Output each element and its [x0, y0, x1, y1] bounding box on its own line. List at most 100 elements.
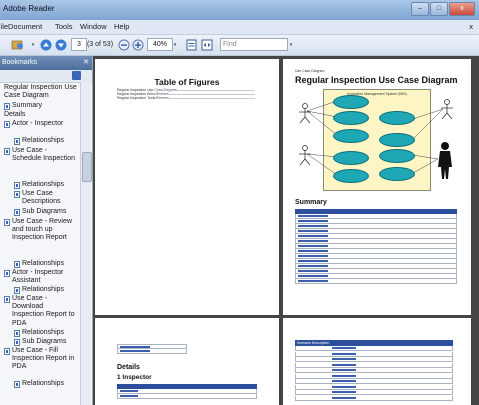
scenario-table-row [295, 390, 453, 395]
scenario-table-row [295, 346, 453, 351]
bookmark-icon [4, 219, 10, 226]
document-area[interactable]: Table of Figures Regular Inspection Use … [93, 56, 479, 405]
actor-inspector-assistant-icon[interactable] [297, 145, 313, 167]
use-case-connectors [306, 100, 444, 176]
fit-width-icon[interactable] [201, 38, 213, 51]
find-options-chevron-icon[interactable]: ▾ [288, 38, 294, 51]
bookmark-item[interactable]: Sub Diagrams [22, 208, 78, 216]
bookmark-item[interactable]: Use Case - Schedule Inspection [12, 147, 76, 163]
use-case-ellipse[interactable] [379, 149, 415, 163]
document-close-button[interactable]: x [469, 22, 473, 31]
bookmark-item[interactable]: Relationships [22, 286, 78, 294]
maximize-button[interactable]: □ [430, 2, 448, 16]
inspector-heading: 1 Inspector [117, 374, 152, 381]
bookmark-icon [14, 330, 20, 337]
next-page-button[interactable] [55, 38, 67, 51]
minimize-button[interactable]: – [411, 2, 429, 16]
details-heading: Details [117, 364, 140, 371]
bookmark-item[interactable]: Actor - Inspector [12, 120, 76, 128]
bookmark-item[interactable]: Regular Inspection Use Case Diagram [4, 84, 78, 100]
bookmark-item[interactable]: Summary [12, 102, 76, 110]
bookmark-item[interactable]: Use Case - Fill Inspection Report in PDA [12, 347, 76, 372]
bookmark-icon [4, 348, 10, 355]
bookmark-item[interactable]: Sub Diagrams [22, 338, 78, 346]
use-case-ellipse[interactable] [379, 167, 415, 181]
close-panel-icon[interactable]: ✕ [83, 58, 89, 66]
page-details[interactable]: Details 1 Inspector [95, 318, 279, 405]
bookmark-item[interactable]: Relationships [22, 329, 78, 337]
actor-person-silhouette-icon[interactable] [435, 141, 455, 181]
sidebar-scrollbar-thumb[interactable] [82, 152, 92, 182]
find-input[interactable]: Find [220, 38, 288, 51]
use-case-ellipse[interactable] [333, 169, 369, 183]
use-case-ellipse[interactable] [333, 151, 369, 165]
use-case-ellipse[interactable] [333, 129, 369, 143]
bookmark-icon [14, 287, 20, 294]
details-list-row [117, 349, 187, 354]
toc-leader-1 [155, 90, 255, 91]
scenario-table-row [295, 368, 453, 373]
page-number-input[interactable]: 3 [71, 38, 87, 51]
window-title: Adobe Reader [3, 4, 55, 13]
bookmark-item[interactable]: Relationships [22, 181, 78, 189]
scenario-table-row [295, 362, 453, 368]
bookmark-item[interactable]: Relationships [22, 260, 78, 268]
previous-page-button[interactable] [40, 38, 52, 51]
bookmarks-header: Bookmarks ✕ [0, 56, 92, 70]
menu-help[interactable]: Help [114, 22, 129, 31]
bookmark-item[interactable]: Relationships [22, 137, 78, 145]
bookmark-icon [14, 138, 20, 145]
use-case-ellipse[interactable] [379, 111, 415, 125]
bookmark-item[interactable]: Use Case - Download Inspection Report to… [12, 295, 76, 328]
menu-document[interactable]: Document [8, 22, 42, 31]
bookmark-item[interactable]: Use Case - Review and touch up Inspectio… [12, 218, 76, 243]
page-use-case-diagram[interactable]: Use Case Diagram Regular Inspection Use … [283, 59, 471, 315]
scenario-table-row [295, 395, 453, 401]
bookmark-item[interactable]: Use Case Descriptions [22, 190, 78, 206]
bookmark-item[interactable]: Relationships [22, 380, 78, 388]
toc-leader-2 [155, 94, 255, 95]
summary-table-row [295, 279, 457, 284]
zoom-dropdown-chevron-icon[interactable]: ▾ [172, 38, 178, 51]
bookmarks-toolbar [0, 70, 92, 83]
bookmark-item[interactable]: Details [4, 111, 78, 119]
zoom-level-input[interactable]: 40% [147, 38, 173, 51]
toolbar: ▾ 3 (3 of 53) 40% ▾ Find ▾ [0, 35, 479, 56]
scenario-table-row [295, 384, 453, 390]
fit-page-icon[interactable] [185, 38, 197, 51]
menu-file[interactable]: File [0, 22, 8, 31]
bookmark-icon [14, 381, 20, 388]
use-case-ellipse[interactable] [333, 111, 369, 125]
toc-leader-3 [155, 98, 255, 99]
use-case-ellipse[interactable] [333, 95, 369, 109]
bookmarks-title: Bookmarks [2, 59, 38, 66]
page-table-of-figures[interactable]: Table of Figures Regular Inspection Use … [95, 59, 279, 315]
bookmark-icon [4, 270, 10, 277]
bookmarks-panel: Bookmarks ✕ Regular Inspection Use Case … [0, 56, 93, 405]
scenario-header-label: Scenario Description [297, 341, 330, 345]
sidebar-scrollbar[interactable] [80, 82, 92, 405]
scenario-table-row [295, 379, 453, 384]
zoom-out-button[interactable] [118, 38, 130, 51]
menu-window[interactable]: Window [80, 22, 107, 31]
bookmark-icon [4, 103, 10, 110]
bookmark-item[interactable]: Actor - Inspector Assistant [12, 269, 76, 285]
close-button[interactable]: x [449, 2, 475, 16]
summary-heading: Summary [295, 199, 327, 206]
chevron-down-icon[interactable]: ▾ [30, 38, 36, 51]
menu-tools[interactable]: Tools [55, 22, 73, 31]
use-case-ellipse[interactable] [379, 133, 415, 147]
bookmark-icon [4, 121, 10, 128]
page-scenario[interactable]: Scenario Description [283, 318, 471, 405]
bookmark-icon [14, 339, 20, 346]
bookmark-icon [14, 182, 20, 189]
bookmark-icon [14, 191, 20, 198]
zoom-in-button[interactable] [132, 38, 144, 51]
window-controls: – □ x [411, 2, 475, 16]
actor-inspector-icon[interactable] [297, 103, 313, 125]
actor-office-icon[interactable] [439, 99, 455, 121]
page-count-label: (3 of 53) [86, 41, 114, 48]
bookmark-icon [14, 209, 20, 216]
bookmark-options-icon[interactable] [72, 71, 81, 80]
tools-icon[interactable] [10, 38, 26, 51]
